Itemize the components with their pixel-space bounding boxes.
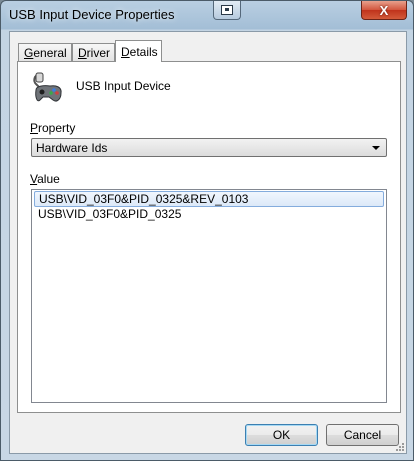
- window-title: USB Input Device Properties: [9, 7, 175, 22]
- game-controller-icon: [33, 72, 62, 102]
- list-item-text: USB\VID_03F0&PID_0325: [38, 207, 182, 221]
- resize-grip-icon[interactable]: [395, 442, 405, 452]
- dialog-client: General Driver Details USB Input Device …: [9, 31, 407, 454]
- close-icon: X: [379, 2, 389, 18]
- value-label: Value: [30, 172, 60, 186]
- tab-driver-label: Driver: [78, 45, 111, 60]
- window-menu-button[interactable]: [213, 1, 241, 20]
- close-button[interactable]: X: [361, 1, 407, 20]
- properties-window: USB Input Device Properties X General Dr…: [0, 0, 414, 461]
- tab-general-label: General: [24, 45, 67, 60]
- window-icon: [221, 5, 233, 15]
- tab-general[interactable]: General: [18, 43, 72, 61]
- tab-details[interactable]: Details: [115, 40, 162, 62]
- list-item-text: USB\VID_03F0&PID_0325&REV_0103: [39, 192, 249, 206]
- list-item[interactable]: USB\VID_03F0&PID_0325: [34, 207, 384, 223]
- list-item[interactable]: USB\VID_03F0&PID_0325&REV_0103: [34, 191, 384, 207]
- value-listbox[interactable]: USB\VID_03F0&PID_0325&REV_0103 USB\VID_0…: [31, 189, 387, 403]
- device-name: USB Input Device: [76, 79, 171, 93]
- cancel-button[interactable]: Cancel: [326, 424, 399, 446]
- ok-button-label: OK: [272, 428, 291, 442]
- property-label: Property: [30, 121, 76, 135]
- tab-driver[interactable]: Driver: [72, 43, 115, 61]
- chevron-down-icon: [372, 146, 380, 150]
- cancel-button-label: Cancel: [343, 428, 382, 442]
- property-dropdown[interactable]: Hardware Ids: [31, 138, 387, 157]
- tab-details-label: Details: [121, 44, 158, 59]
- property-dropdown-value: Hardware Ids: [36, 141, 108, 155]
- ok-button[interactable]: OK: [245, 424, 318, 446]
- details-panel: USB Input Device Property Hardware Ids V…: [17, 61, 401, 413]
- title-bar[interactable]: USB Input Device Properties X: [1, 1, 413, 31]
